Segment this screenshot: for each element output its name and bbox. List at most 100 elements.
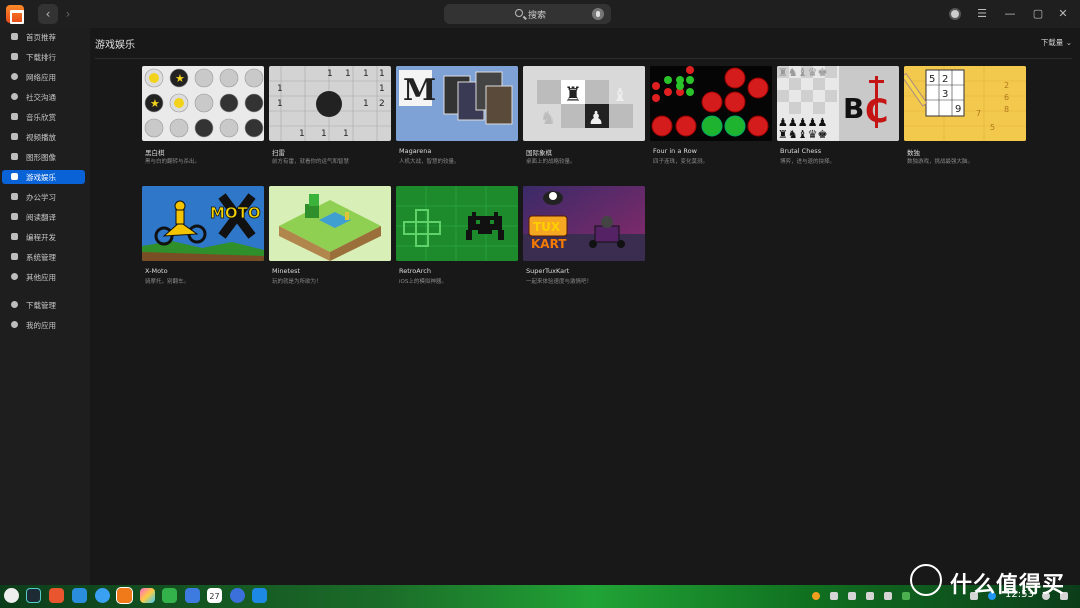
sidebar-item-downloads[interactable]: 下载管理 [2, 298, 85, 312]
music-player-icon[interactable] [162, 588, 177, 603]
app-name: RetroArch [399, 267, 431, 275]
svg-text:2: 2 [942, 74, 948, 85]
svg-text:♜: ♜ [564, 82, 582, 106]
settings-icon[interactable] [230, 588, 245, 603]
svg-text:1: 1 [379, 69, 385, 79]
app-card-minetest[interactable]: Minetest 玩的就是为所欲为！ [269, 186, 391, 285]
svg-text:★: ★ [175, 72, 185, 85]
update-icon[interactable] [812, 592, 820, 600]
close-button[interactable]: ✕ [1053, 4, 1073, 24]
svg-text:7: 7 [976, 109, 981, 118]
minimize-button[interactable]: — [1000, 4, 1020, 24]
sidebar-item-reading[interactable]: 阅读翻译 [2, 210, 85, 224]
svg-text:1: 1 [343, 129, 349, 139]
brutal-chess-thumbnail: ♟♟♟♟♟♜♞♝♛♚ ♜♞♝♛♚ B C [777, 66, 899, 141]
app-description: 人机大战，智慧的较量。 [399, 159, 460, 165]
app-card-brutal-chess[interactable]: ♟♟♟♟♟♜♞♝♛♚ ♜♞♝♛♚ B C Brutal Chess 博弈，进与退… [777, 66, 899, 165]
sidebar-item-development[interactable]: 编程开发 [2, 230, 85, 244]
watermark-text: 什么值得买 [950, 573, 1066, 598]
sidebar-item-label: 音乐欣赏 [26, 113, 56, 122]
svg-text:1: 1 [379, 84, 385, 94]
divider [95, 58, 1072, 59]
sidebar-item-my-apps[interactable]: 我的应用 [2, 318, 85, 332]
gamepad-icon [11, 173, 18, 180]
reader-icon [11, 213, 18, 220]
chevron-down-icon: ⌄ [1065, 38, 1072, 47]
sidebar-item-label: 下载管理 [26, 301, 56, 310]
app-name: Brutal Chess [780, 147, 822, 155]
calendar-icon[interactable]: 27 [207, 588, 222, 603]
svg-text:2: 2 [379, 99, 385, 109]
app-name: X-Moto [145, 267, 168, 275]
music-icon [11, 113, 18, 120]
app-card-magarena[interactable]: M Magarena 人机大战，智慧的较量。 [396, 66, 518, 165]
calendar-day: 27 [209, 592, 220, 601]
sidebar-item-video[interactable]: 视频播放 [2, 130, 85, 144]
voice-search-icon[interactable] [592, 8, 604, 20]
app-name: Four in a Row [653, 147, 697, 155]
back-button[interactable]: ‹ [38, 4, 58, 24]
svg-text:1: 1 [321, 129, 327, 139]
search-icon [515, 9, 523, 17]
sidebar-item-graphics[interactable]: 图形图像 [2, 150, 85, 164]
app-card-sudoku[interactable]: 5239 26875 数独 数独游戏，挑战最强大脑。 [904, 66, 1026, 165]
app-card-minesweeper[interactable]: 1111 1112 1111 扫雷 前方有雷，就看你的运气和智慧 [269, 66, 391, 165]
browser-icon[interactable] [95, 588, 110, 603]
app-card-reversi[interactable]: ★ ★ 黑白棋 黑与白的翻转与杀出。 [142, 66, 264, 165]
pen-icon[interactable] [884, 592, 892, 600]
app-description: 一起来体验速度与激情吧！ [526, 279, 593, 285]
app-card-four-in-a-row[interactable]: Four in a Row 四子连珠，变化莫测。 [650, 66, 772, 165]
app-description: 桌面上的战略较量。 [526, 159, 576, 165]
sidebar-item-home[interactable]: 首页推荐 [2, 30, 85, 44]
sidebar-item-network[interactable]: 网络应用 [2, 70, 85, 84]
control-center-icon[interactable] [252, 588, 267, 603]
app-card-retroarch[interactable]: RetroArch iOS上的模拟神器。 [396, 186, 518, 285]
svg-text:6: 6 [1004, 93, 1009, 102]
minesweeper-thumbnail: 1111 1112 1111 [269, 66, 391, 141]
sidebar-item-social[interactable]: 社交沟通 [2, 90, 85, 104]
app-store-icon[interactable] [116, 587, 133, 604]
forward-button[interactable]: › [58, 4, 78, 24]
globe-icon [11, 73, 18, 80]
maximize-button[interactable]: ▢ [1028, 4, 1048, 24]
svg-text:1: 1 [363, 99, 369, 109]
image-icon [11, 153, 18, 160]
search-input[interactable]: 搜索 [444, 4, 611, 24]
launcher-icon[interactable] [4, 588, 19, 603]
menu-button[interactable]: ☰ [972, 4, 992, 24]
svg-text:1: 1 [345, 69, 351, 79]
sort-label: 下载量 [1040, 38, 1064, 47]
svg-text:5: 5 [929, 74, 935, 85]
keyboard-icon[interactable] [830, 592, 838, 600]
files-icon[interactable] [72, 588, 87, 603]
watermark-logo-icon [910, 564, 942, 596]
app-name: SuperTuxKart [526, 267, 570, 275]
sidebar-item-label: 视频播放 [26, 133, 56, 142]
image-viewer-icon[interactable] [140, 588, 155, 603]
sidebar-item-games[interactable]: 游戏娱乐 [2, 170, 85, 184]
svg-text:5: 5 [990, 123, 995, 132]
app-card-chess[interactable]: ♜ ♞ ♝ ♟ 国际象棋 桌面上的战略较量。 [523, 66, 645, 165]
sidebar-item-office[interactable]: 办公学习 [2, 190, 85, 204]
svg-text:M: M [403, 73, 436, 108]
svg-text:3: 3 [942, 89, 948, 100]
chat-icon [11, 93, 18, 100]
terminal-icon[interactable] [26, 588, 41, 603]
app-description: 前方有雷，就看你的运气和智慧 [272, 159, 350, 165]
sort-dropdown[interactable]: 下载量 ⌄ [1041, 37, 1072, 48]
chess-thumbnail: ♜ ♞ ♝ ♟ [523, 66, 645, 141]
sidebar-item-music[interactable]: 音乐欣赏 [2, 110, 85, 124]
app-grid-icon[interactable] [49, 588, 64, 603]
app-card-x-moto[interactable]: MOTO X-Moto 骑摩托，别翻车。 [142, 186, 264, 285]
document-icon[interactable] [185, 588, 200, 603]
sidebar-item-system[interactable]: 系统管理 [2, 250, 85, 264]
app-description: iOS上的模拟神器。 [399, 279, 447, 285]
user-avatar-button[interactable] [945, 4, 965, 24]
usb-icon[interactable] [848, 592, 856, 600]
app-card-supertuxkart[interactable]: TUX KART SuperTuxKart 一起来体验速度与激情吧！ [523, 186, 645, 285]
retroarch-thumbnail [396, 186, 518, 261]
input-method-icon[interactable] [866, 592, 874, 600]
sidebar-item-ranking[interactable]: 下载排行 [2, 50, 85, 64]
sidebar-item-other[interactable]: 其他应用 [2, 270, 85, 284]
app-name: Magarena [399, 147, 432, 155]
